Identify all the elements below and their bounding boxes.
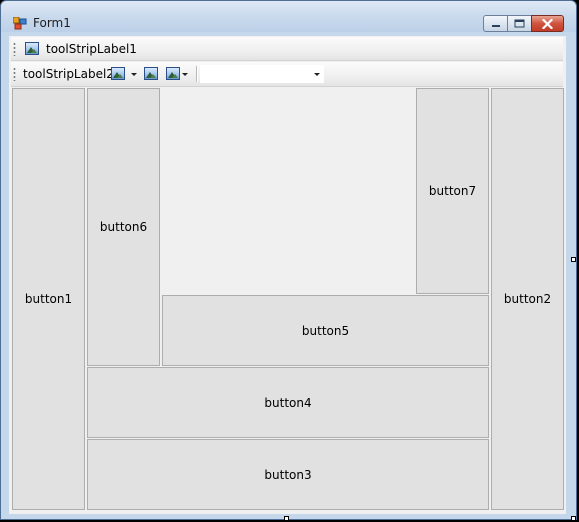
close-button[interactable] — [531, 15, 564, 32]
image-button[interactable] — [143, 66, 159, 82]
caption-buttons — [483, 15, 564, 34]
resize-handle-right[interactable] — [571, 257, 576, 262]
image-icon — [144, 67, 158, 80]
resize-handle-corner[interactable] — [571, 516, 576, 521]
form-app-icon — [13, 17, 27, 30]
toolstrip-separator — [196, 66, 197, 82]
image-icon — [166, 67, 180, 80]
image-icon — [111, 67, 125, 80]
resize-handle-bottom[interactable] — [284, 516, 289, 521]
button1[interactable]: button1 — [12, 88, 85, 510]
toolstrip-grip-icon[interactable] — [13, 67, 16, 81]
title-bar[interactable]: Form1 — [1, 1, 576, 32]
button4[interactable]: button4 — [87, 367, 489, 438]
toolstrip-label-2: toolStripLabel2 — [23, 67, 114, 81]
chevron-down-icon — [182, 73, 188, 76]
close-icon — [542, 18, 553, 29]
chevron-down-icon — [314, 73, 320, 76]
toolstrip-label-1: toolStripLabel1 — [46, 42, 137, 56]
image-dropdown-button-1[interactable] — [111, 66, 141, 82]
button3[interactable]: button3 — [87, 439, 489, 510]
button7[interactable]: button7 — [416, 88, 489, 294]
button5[interactable]: button5 — [162, 295, 489, 366]
minimize-button[interactable] — [483, 15, 508, 32]
maximize-icon — [514, 19, 525, 28]
toolstrip-grip-icon[interactable] — [13, 42, 16, 56]
toolstrip-combobox[interactable] — [200, 65, 324, 83]
image-icon — [25, 42, 39, 55]
button6[interactable]: button6 — [87, 88, 160, 366]
minimize-icon — [491, 24, 500, 27]
form-client-area: toolStripLabel1 toolStripLabel2 button1 … — [9, 36, 566, 514]
toolstrip-1: toolStripLabel1 — [11, 37, 563, 61]
form-window: Form1 toolStripLabel1 toolStripLabel2 bu… — [0, 0, 577, 520]
maximize-button[interactable] — [507, 15, 532, 32]
toolstrip-2: toolStripLabel2 — [11, 62, 563, 87]
image-dropdown-button-2[interactable] — [166, 66, 192, 82]
chevron-down-icon — [131, 73, 137, 76]
window-title: Form1 — [33, 16, 71, 30]
button2[interactable]: button2 — [491, 88, 564, 510]
